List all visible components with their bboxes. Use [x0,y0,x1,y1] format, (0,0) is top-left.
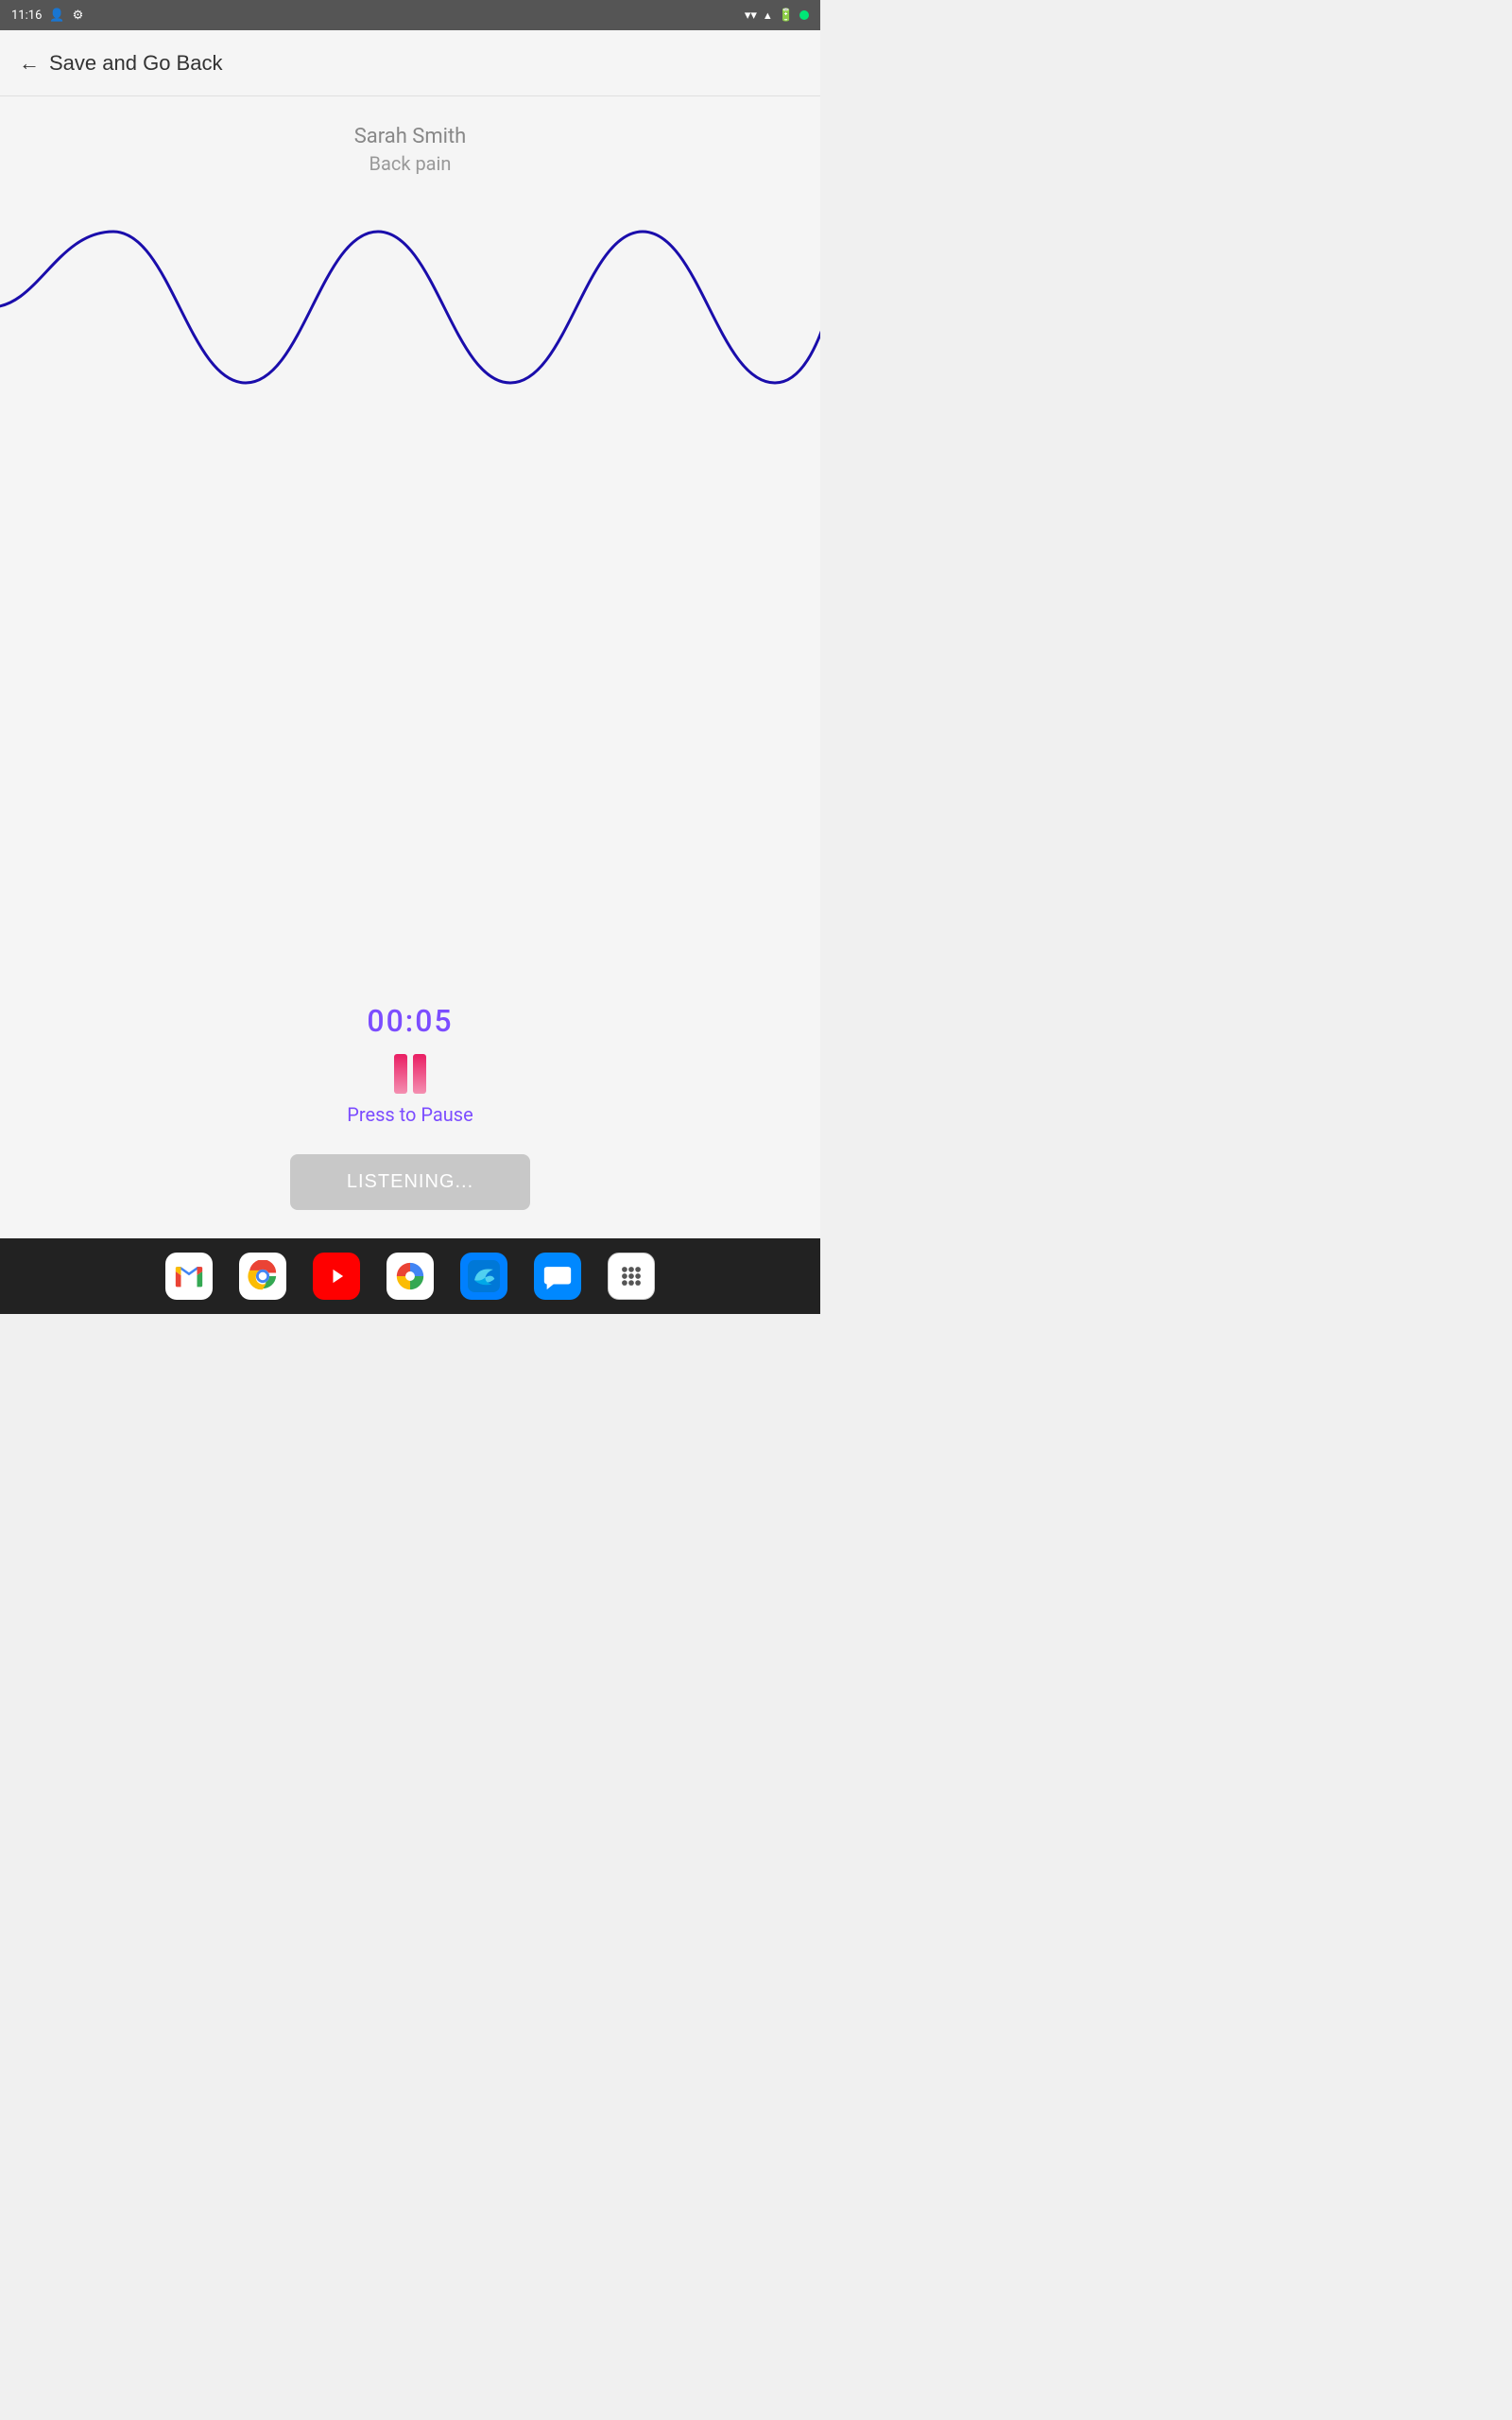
aqua-icon [468,1260,500,1292]
save-go-back-button[interactable]: ← Save and Go Back [19,51,222,76]
dock-gmail[interactable] [165,1253,213,1300]
waveform-path [0,232,820,383]
dock-apps[interactable] [608,1253,655,1300]
patient-info: Sarah Smith Back pain [354,125,467,175]
top-nav: ← Save and Go Back [0,30,820,96]
timer-display: 00:05 [367,1003,453,1039]
patient-name: Sarah Smith [354,125,467,148]
settings-icon: ⚙ [73,9,84,23]
active-dot [799,10,809,20]
chrome-icon [247,1260,279,1292]
battery-icon: 🔋 [779,9,794,23]
messages-icon [541,1260,574,1292]
dock-aqua[interactable] [460,1253,507,1300]
dock-chrome[interactable] [239,1253,286,1300]
photos-icon [394,1260,426,1292]
youtube-icon [320,1260,352,1292]
apps-icon [615,1260,647,1292]
listening-button[interactable]: LISTENING... [290,1154,530,1210]
main-content: Sarah Smith Back pain 00:05 Press to Pau… [0,96,820,1238]
patient-condition: Back pain [354,152,467,175]
save-go-back-label: Save and Go Back [49,51,222,76]
signal-icon: ▲ [763,9,773,22]
wifi-icon: ▾▾ [745,9,757,23]
waveform-svg [0,203,820,411]
pause-bar-right [413,1054,426,1094]
dock-photos[interactable] [387,1253,434,1300]
waveform-container [0,203,820,411]
notification-icon: 👤 [49,9,64,23]
dock-youtube[interactable] [313,1253,360,1300]
press-to-pause-label: Press to Pause [347,1103,472,1126]
gmail-icon [173,1260,205,1292]
back-arrow-icon: ← [19,51,40,76]
pause-button[interactable] [394,1054,426,1094]
status-time: 11:16 [11,9,42,23]
pause-bar-left [394,1054,407,1094]
bottom-dock [0,1238,820,1314]
dock-messages[interactable] [534,1253,581,1300]
controls-section: 00:05 Press to Pause LISTENING... [290,1003,530,1210]
status-bar: 11:16 👤 ⚙ ▾▾ ▲ 🔋 [0,0,820,30]
